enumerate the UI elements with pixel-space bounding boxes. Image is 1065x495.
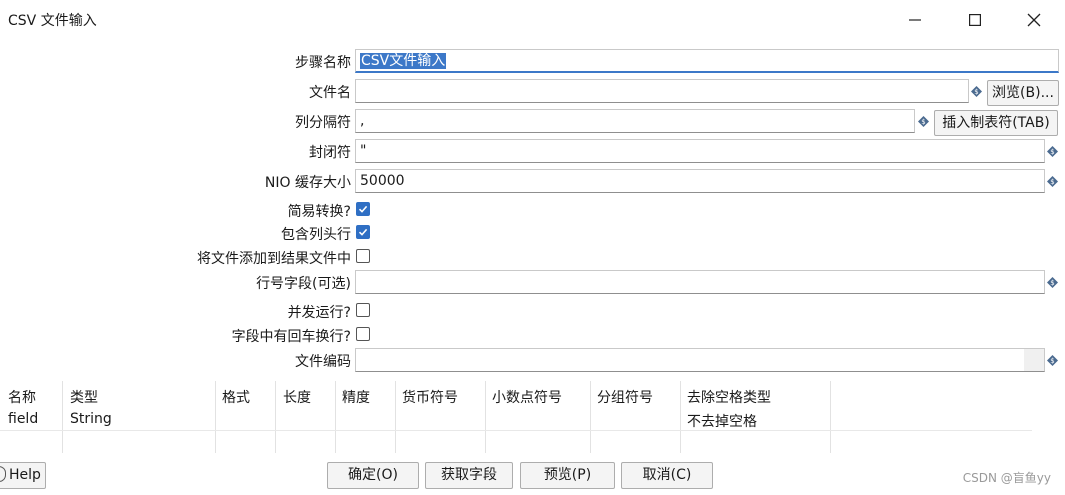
preview-button[interactable]: 预览(P) bbox=[520, 462, 615, 489]
watermark: CSDN @盲鱼yy bbox=[962, 471, 1051, 485]
title-bar: CSV 文件输入 bbox=[0, 0, 1065, 40]
enclosure-label: 封闭符 bbox=[309, 145, 351, 161]
enclosure-input[interactable]: " bbox=[355, 139, 1045, 163]
ok-button[interactable]: 确定(O) bbox=[327, 462, 419, 489]
help-button[interactable]: Help bbox=[0, 462, 46, 489]
lazy-conversion-checkbox[interactable] bbox=[356, 202, 370, 216]
column-divider bbox=[590, 381, 591, 453]
column-divider bbox=[62, 381, 63, 453]
filename-input[interactable] bbox=[355, 79, 969, 103]
column-header-group[interactable]: 分组符号 bbox=[597, 387, 653, 407]
column-divider bbox=[275, 381, 276, 453]
column-header-type[interactable]: 类型 bbox=[70, 387, 98, 407]
window-title: CSV 文件输入 bbox=[8, 13, 97, 29]
maximize-icon bbox=[969, 14, 981, 26]
parallel-checkbox[interactable] bbox=[356, 303, 370, 317]
variable-icon[interactable]: $ bbox=[1047, 176, 1058, 187]
column-divider bbox=[215, 381, 216, 453]
column-header-format[interactable]: 格式 bbox=[222, 387, 250, 407]
column-divider bbox=[335, 381, 336, 453]
column-divider bbox=[395, 381, 396, 453]
step-name-input[interactable]: CSV文件输入 bbox=[355, 49, 1059, 73]
table-cell-type[interactable]: String bbox=[70, 411, 112, 427]
minimize-icon bbox=[909, 19, 921, 21]
column-header-precision[interactable]: 精度 bbox=[342, 387, 370, 407]
column-header-trim-type[interactable]: 去除空格类型 bbox=[687, 387, 771, 407]
filename-label: 文件名 bbox=[309, 85, 351, 101]
row-number-field-input[interactable] bbox=[355, 270, 1045, 294]
header-row-checkbox[interactable] bbox=[356, 225, 370, 239]
browse-button[interactable]: 浏览(B)... bbox=[987, 80, 1059, 106]
newlines-checkbox[interactable] bbox=[356, 327, 370, 341]
help-button-label: Help bbox=[9, 467, 41, 483]
column-divider bbox=[830, 381, 831, 453]
lazy-conversion-label: 简易转换? bbox=[287, 204, 351, 220]
variable-icon[interactable]: $ bbox=[918, 116, 929, 127]
table-cell-trim-type[interactable]: 不去掉空格 bbox=[687, 411, 757, 431]
svg-text:$: $ bbox=[1050, 279, 1054, 287]
step-name-value: CSV文件输入 bbox=[360, 53, 447, 69]
close-icon bbox=[1027, 13, 1041, 27]
column-header-decimal[interactable]: 小数点符号 bbox=[492, 387, 562, 407]
svg-text:$: $ bbox=[1050, 148, 1054, 156]
column-header-length[interactable]: 长度 bbox=[283, 387, 311, 407]
step-name-label: 步骤名称 bbox=[295, 55, 351, 71]
svg-text:$: $ bbox=[1050, 178, 1054, 186]
column-header-currency[interactable]: 货币符号 bbox=[402, 387, 458, 407]
delimiter-input[interactable]: , bbox=[355, 109, 915, 133]
nio-buffer-label: NIO 缓存大小 bbox=[264, 175, 351, 191]
insert-tab-button[interactable]: 插入制表符(TAB) bbox=[934, 110, 1058, 136]
newlines-label: 字段中有回车换行? bbox=[231, 329, 351, 345]
table-cell-name[interactable]: field bbox=[8, 411, 38, 427]
check-icon bbox=[358, 205, 368, 213]
help-icon bbox=[0, 466, 7, 482]
svg-text:$: $ bbox=[1050, 357, 1054, 365]
header-row-label: 包含列头行 bbox=[281, 227, 351, 243]
minimize-button[interactable] bbox=[893, 6, 937, 34]
get-fields-button[interactable]: 获取字段 bbox=[425, 462, 513, 489]
cancel-button[interactable]: 取消(C) bbox=[621, 462, 713, 489]
row-number-field-label: 行号字段(可选) bbox=[256, 276, 351, 292]
svg-text:$: $ bbox=[974, 88, 978, 96]
svg-text:$: $ bbox=[921, 118, 925, 126]
variable-icon[interactable]: $ bbox=[1047, 355, 1058, 366]
check-icon bbox=[358, 228, 368, 236]
delimiter-label: 列分隔符 bbox=[295, 115, 351, 131]
row-divider bbox=[0, 430, 1032, 431]
variable-icon[interactable]: $ bbox=[1047, 277, 1058, 288]
encoding-label: 文件编码 bbox=[295, 354, 351, 370]
encoding-combobox[interactable] bbox=[355, 348, 1045, 372]
maximize-button[interactable] bbox=[953, 6, 997, 34]
column-header-name[interactable]: 名称 bbox=[8, 387, 36, 407]
add-to-result-label: 将文件添加到结果文件中 bbox=[197, 251, 351, 267]
variable-icon[interactable]: $ bbox=[1047, 146, 1058, 157]
encoding-dropdown-arrow[interactable] bbox=[1024, 349, 1044, 371]
close-button[interactable] bbox=[1012, 6, 1056, 34]
parallel-label: 并发运行? bbox=[287, 305, 351, 321]
add-to-result-checkbox[interactable] bbox=[356, 249, 370, 263]
nio-buffer-input[interactable]: 50000 bbox=[355, 169, 1045, 193]
column-divider bbox=[680, 381, 681, 453]
fields-table[interactable]: 名称 类型 格式 长度 精度 货币符号 小数点符号 分组符号 去除空格类型 fi… bbox=[0, 381, 1065, 453]
variable-icon[interactable]: $ bbox=[971, 86, 982, 97]
column-divider bbox=[485, 381, 486, 453]
